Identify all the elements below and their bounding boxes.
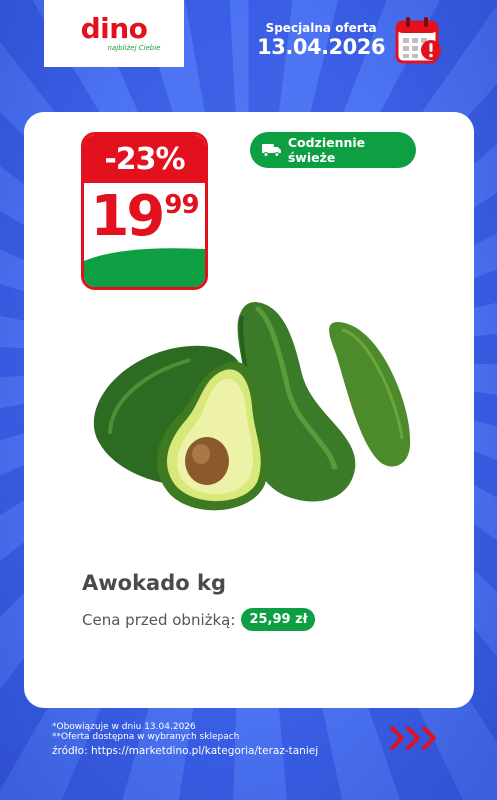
price-badge: -23% 19 99 <box>81 132 208 290</box>
delivery-truck-icon <box>262 144 281 157</box>
price-integer: 19 <box>90 184 165 249</box>
previous-price-row: Cena przed obniżką: 25,99 zł <box>82 608 316 631</box>
product-name: Awokado kg <box>82 571 226 595</box>
calendar-alert-icon <box>395 17 441 64</box>
footer-note-availability: **Oferta dostępna w wybranych sklepach <box>52 732 240 742</box>
previous-price-label: Cena przed obniżką: <box>82 610 236 629</box>
daily-fresh-label: Codziennie świeże <box>287 135 366 165</box>
price-badge-wave <box>84 248 205 287</box>
promo-price: 19 99 <box>84 187 205 247</box>
footer-source-link[interactable]: źródło: https://marketdino.pl/kategoria/… <box>52 744 318 758</box>
avocado-photo <box>93 302 411 511</box>
special-offer-date: 13.04.2026 <box>257 35 385 59</box>
discount-percent: -23% <box>84 135 205 183</box>
special-offer: Specjalna oferta 13.04.2026 <box>257 21 385 59</box>
logo-tagline: najbliżej Ciebie <box>107 44 161 52</box>
brand-logo: dino najbliżej Ciebie <box>44 0 184 67</box>
daily-fresh-badge: Codziennie świeże <box>250 132 416 168</box>
product-card[interactable]: -23% 19 99 Codziennie świeże Awokado kg … <box>24 112 474 708</box>
triple-chevron-right-icon[interactable] <box>388 724 446 752</box>
special-offer-label: Specjalna oferta <box>265 21 377 35</box>
footer-notes: *Obowiązuje w dniu 13.04.2026 **Oferta d… <box>52 722 318 758</box>
footer-note-validity: *Obowiązuje w dniu 13.04.2026 <box>52 722 196 732</box>
logo-text: dino <box>80 12 148 45</box>
price-decimal: 99 <box>164 190 199 220</box>
previous-price-value: 25,99 zł <box>241 608 316 631</box>
